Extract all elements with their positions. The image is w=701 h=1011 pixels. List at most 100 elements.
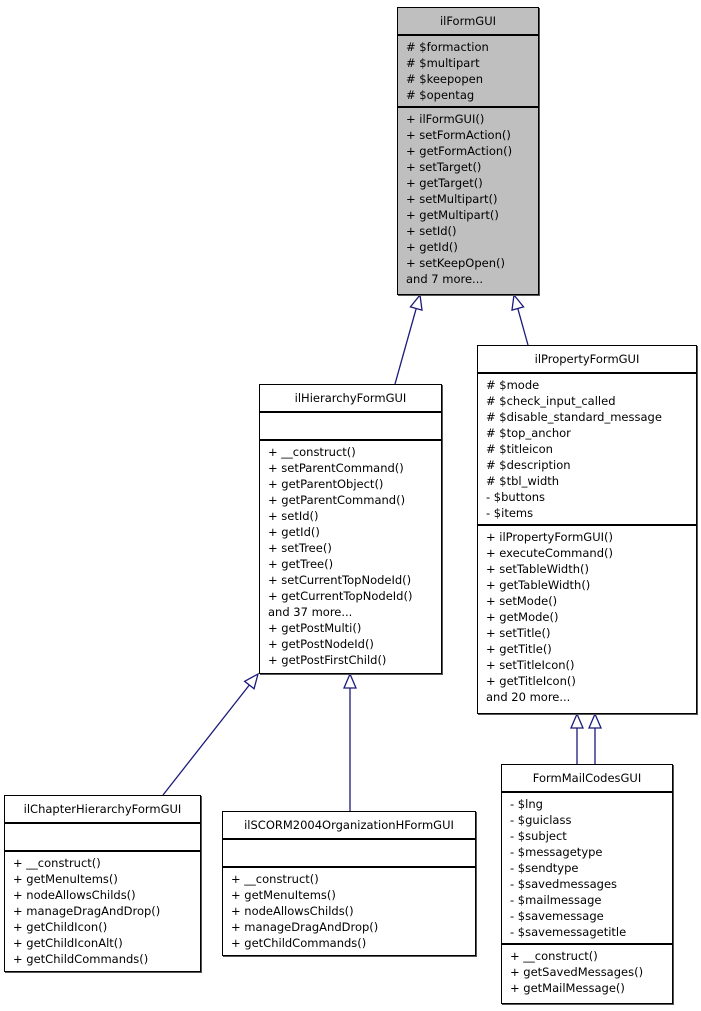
method-item[interactable]: + getMailMessage(): [510, 980, 672, 996]
attribute-item[interactable]: # $disable_standard_message: [486, 409, 696, 425]
attribute-item[interactable]: - $mailmessage: [510, 892, 672, 908]
class-name: ilFormGUI: [398, 8, 538, 36]
attribute-list: # $formaction # $multipart # $keepopen # $o…: [398, 36, 538, 108]
method-list: + ilFormGUI() + setFormAction() + getFormA…: [398, 108, 538, 290]
method-item[interactable]: + getId(): [268, 524, 441, 540]
method-item[interactable]: + getChildCommands(): [13, 951, 200, 967]
attribute-item[interactable]: # $multipart: [406, 55, 538, 71]
method-item[interactable]: + setCurrentTopNodeId(): [268, 572, 441, 588]
attribute-item[interactable]: # $description: [486, 457, 696, 473]
attribute-item[interactable]: - $guiclass: [510, 812, 672, 828]
method-list: + __construct() + getMenuItems() + nodeAll…: [223, 868, 475, 954]
method-item[interactable]: + ilPropertyFormGUI(): [486, 529, 696, 545]
class-name: ilChapterHierarchyFormGUI: [5, 796, 200, 824]
method-item[interactable]: + getId(): [406, 239, 538, 255]
attribute-item[interactable]: - $sendtype: [510, 860, 672, 876]
method-item[interactable]: + nodeAllowsChilds(): [13, 887, 200, 903]
attribute-item[interactable]: # $check_input_called: [486, 393, 696, 409]
inheritance-arrowhead-icon: [511, 293, 525, 311]
method-item[interactable]: + setKeepOpen(): [406, 255, 538, 271]
method-item[interactable]: + getMode(): [486, 609, 696, 625]
attribute-item[interactable]: - $savemessage: [510, 908, 672, 924]
inheritance-edge: [162, 684, 250, 796]
method-item[interactable]: + getMenuItems(): [231, 887, 475, 903]
class-ilChapterHierarchyFormGUI[interactable]: ilChapterHierarchyFormGUI + __construct(…: [4, 795, 201, 972]
method-item[interactable]: + getParentObject(): [268, 476, 441, 492]
method-item[interactable]: + manageDragAndDrop(): [13, 903, 200, 919]
method-item[interactable]: + ilFormGUI(): [406, 111, 538, 127]
class-ilSCORM2004OrganizationHFormGUI[interactable]: ilSCORM2004OrganizationHFormGUI + __cons…: [222, 811, 476, 956]
attribute-item[interactable]: - $lng: [510, 796, 672, 812]
method-item[interactable]: + getCurrentTopNodeId(): [268, 588, 441, 604]
class-ilHierarchyFormGUI[interactable]: ilHierarchyFormGUI + __construct() + setP…: [259, 384, 442, 674]
method-item[interactable]: + setParentCommand(): [268, 460, 441, 476]
method-item[interactable]: + __construct(): [510, 948, 672, 964]
inheritance-arrowhead-icon: [343, 672, 357, 689]
attribute-item[interactable]: - $savemessagetitle: [510, 924, 672, 940]
method-item[interactable]: + __construct(): [13, 855, 200, 871]
method-list: + ilPropertyFormGUI() + executeCommand() +…: [478, 526, 696, 708]
method-item[interactable]: + setId(): [268, 508, 441, 524]
method-item[interactable]: + getTarget(): [406, 175, 538, 191]
inheritance-arrowhead-icon: [570, 712, 584, 729]
class-name: ilHierarchyFormGUI: [260, 385, 441, 413]
class-name: FormMailCodesGUI: [502, 765, 672, 793]
method-item[interactable]: and 20 more...: [486, 689, 696, 705]
method-item[interactable]: + setId(): [406, 223, 538, 239]
method-item[interactable]: + nodeAllowsChilds(): [231, 903, 475, 919]
class-ilFormGUI[interactable]: ilFormGUI # $formaction # $multipart # $ke…: [397, 7, 539, 295]
class-ilPropertyFormGUI[interactable]: ilPropertyFormGUI # $mode # $check_input_…: [477, 345, 697, 714]
method-item[interactable]: + getMultipart(): [406, 207, 538, 223]
method-item[interactable]: + getMenuItems(): [13, 871, 200, 887]
method-item[interactable]: + setTableWidth(): [486, 561, 696, 577]
method-item[interactable]: + getPostMulti(): [268, 620, 441, 636]
method-item[interactable]: + setTitleIcon(): [486, 657, 696, 673]
method-item[interactable]: + __construct(): [268, 444, 441, 460]
attribute-list: [223, 840, 475, 868]
attribute-item[interactable]: - $savedmessages: [510, 876, 672, 892]
method-item[interactable]: + getPostNodeId(): [268, 636, 441, 652]
method-item[interactable]: and 37 more...: [268, 604, 441, 620]
attribute-item[interactable]: - $items: [486, 505, 696, 521]
method-item[interactable]: + setTree(): [268, 540, 441, 556]
attribute-item[interactable]: - $buttons: [486, 489, 696, 505]
attribute-item[interactable]: # $keepopen: [406, 71, 538, 87]
method-item[interactable]: + __construct(): [231, 871, 475, 887]
method-item[interactable]: + getChildIconAlt(): [13, 935, 200, 951]
method-item[interactable]: + setMultipart(): [406, 191, 538, 207]
class-name: ilPropertyFormGUI: [478, 346, 696, 374]
method-item[interactable]: + setMode(): [486, 593, 696, 609]
method-item[interactable]: + manageDragAndDrop(): [231, 919, 475, 935]
attribute-item[interactable]: - $messagetype: [510, 844, 672, 860]
method-item[interactable]: + getPostFirstChild(): [268, 652, 441, 668]
attribute-item[interactable]: # $tbl_width: [486, 473, 696, 489]
attribute-list: [5, 824, 200, 852]
method-item[interactable]: and 7 more...: [406, 271, 538, 287]
method-item[interactable]: + setTarget(): [406, 159, 538, 175]
method-item[interactable]: + setTitle(): [486, 625, 696, 641]
method-item[interactable]: + setFormAction(): [406, 127, 538, 143]
class-FormMailCodesGUI[interactable]: FormMailCodesGUI - $lng - $guiclass - $sub…: [501, 764, 673, 1004]
method-item[interactable]: + getChildIcon(): [13, 919, 200, 935]
method-item[interactable]: + getTree(): [268, 556, 441, 572]
method-item[interactable]: + getSavedMessages(): [510, 964, 672, 980]
attribute-item[interactable]: - $subject: [510, 828, 672, 844]
method-item[interactable]: + getChildCommands(): [231, 935, 475, 951]
method-item[interactable]: + getFormAction(): [406, 143, 538, 159]
attribute-item[interactable]: # $titleicon: [486, 441, 696, 457]
inheritance-arrowhead-icon: [243, 672, 260, 690]
method-item[interactable]: + getTitle(): [486, 641, 696, 657]
method-item[interactable]: + getTableWidth(): [486, 577, 696, 593]
attribute-list: - $lng - $guiclass - $subject - $messagetyp…: [502, 793, 672, 945]
method-item[interactable]: + getParentCommand(): [268, 492, 441, 508]
attribute-list: # $mode # $check_input_called # $disable_s…: [478, 374, 696, 526]
inheritance-arrowhead-icon: [588, 712, 602, 729]
inheritance-arrowhead-icon: [409, 293, 423, 311]
attribute-item[interactable]: # $top_anchor: [486, 425, 696, 441]
method-item[interactable]: + getTitleIcon(): [486, 673, 696, 689]
attribute-item[interactable]: # $formaction: [406, 39, 538, 55]
attribute-item[interactable]: # $mode: [486, 377, 696, 393]
attribute-item[interactable]: # $opentag: [406, 87, 538, 103]
class-name: ilSCORM2004OrganizationHFormGUI: [223, 812, 475, 840]
method-item[interactable]: + executeCommand(): [486, 545, 696, 561]
